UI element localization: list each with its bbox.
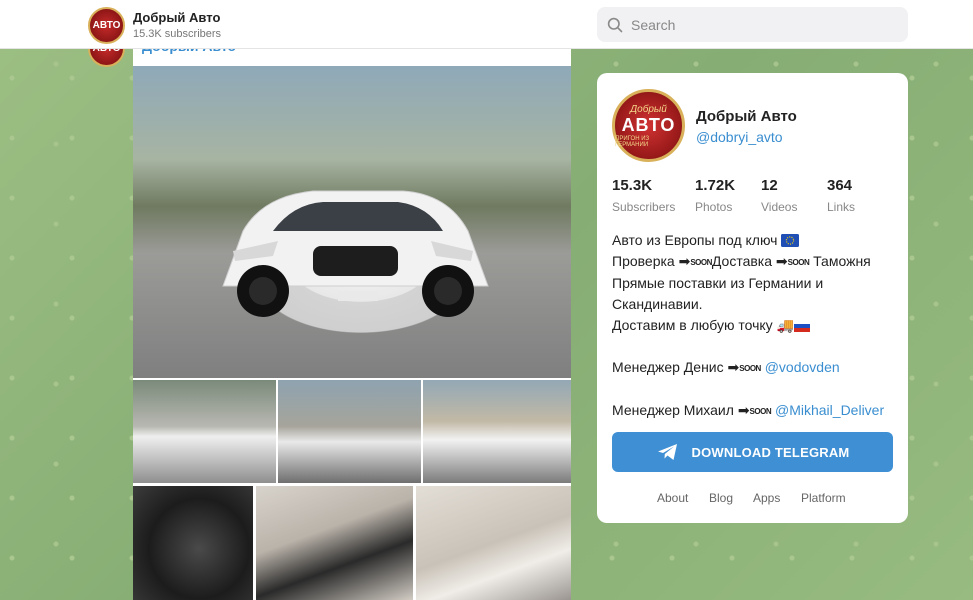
footer-link-blog[interactable]: Blog xyxy=(709,491,733,505)
channel-avatar[interactable]: АВТО xyxy=(88,7,125,44)
post-photo-thumb[interactable] xyxy=(423,380,571,483)
search-box[interactable] xyxy=(597,7,908,42)
footer-link-apps[interactable]: Apps xyxy=(753,491,780,505)
download-telegram-label: DOWNLOAD TELEGRAM xyxy=(691,444,850,460)
channel-subscribers: 15.3K subscribers xyxy=(133,28,222,40)
top-header: АВТО Добрый Авто 15.3K subscribers xyxy=(0,0,973,49)
desc-line: Доставим в любую точку xyxy=(612,317,773,333)
stat-label: Subscribers xyxy=(612,200,676,214)
stat-value: 364 xyxy=(827,177,853,194)
stat-label: Links xyxy=(827,200,856,214)
post-photo-thumb[interactable] xyxy=(256,486,413,600)
post-photo-thumb[interactable] xyxy=(133,380,276,483)
stat-photos[interactable]: 1.72K Photos xyxy=(695,177,735,214)
profile-stats: 15.3K Subscribers 1.72K Photos 12 Videos… xyxy=(612,177,902,217)
car-photo xyxy=(278,380,421,483)
profile-handle-link[interactable]: @dobryi_avto xyxy=(696,129,783,145)
stat-label: Photos xyxy=(695,200,733,214)
manager-mikhail-link[interactable]: @Mikhail_Deliver xyxy=(775,402,884,418)
stat-value: 15.3K xyxy=(612,177,653,194)
telegram-plane-icon xyxy=(657,444,677,460)
desc-line: Проверка xyxy=(612,253,675,269)
soon-arrow-icon: ➡SOON xyxy=(737,402,772,418)
post-photo-main[interactable] xyxy=(133,66,571,378)
desc-line: Скандинавии. xyxy=(612,296,703,312)
post-photo-thumb[interactable] xyxy=(278,380,421,483)
desc-line: Менеджер Денис xyxy=(612,359,724,375)
soon-arrow-icon: ➡SOON xyxy=(775,253,810,269)
interior-photo xyxy=(416,486,571,600)
post-photo-thumb[interactable] xyxy=(133,486,253,600)
desc-line: Прямые поставки из Германии и xyxy=(612,275,824,291)
post-photo-thumb[interactable] xyxy=(416,486,571,600)
eu-flag-icon xyxy=(781,234,800,247)
car-photo xyxy=(133,380,276,483)
car-silhouette-icon xyxy=(222,190,489,317)
channel-title[interactable]: Добрый Авто xyxy=(133,10,220,25)
post-card: Добрый Авто xyxy=(133,30,571,600)
avatar-logo-top: Добрый xyxy=(630,103,667,115)
channel-profile-card: Добрый АВТО ПРИГОН ИЗ ГЕРМАНИИ Добрый Ав… xyxy=(597,73,908,523)
avatar-logo-main: АВТО xyxy=(621,114,676,135)
manager-denis-link[interactable]: @vodovden xyxy=(765,359,840,375)
soon-arrow-icon: ➡SOON xyxy=(727,359,762,375)
stat-value: 12 xyxy=(761,177,778,194)
stat-links[interactable]: 364 Links xyxy=(827,177,855,214)
truck-icon: 🚚 xyxy=(776,317,794,333)
interior-photo xyxy=(133,486,253,600)
search-icon xyxy=(607,17,623,33)
desc-line: Авто из Европы под ключ xyxy=(612,232,778,248)
interior-photo xyxy=(256,486,413,600)
stat-label: Videos xyxy=(761,200,798,214)
download-telegram-button[interactable]: DOWNLOAD TELEGRAM xyxy=(612,432,893,472)
ru-flag-icon xyxy=(793,320,810,332)
channel-description: Авто из Европы под ключ Проверка ➡SOONДо… xyxy=(612,230,897,422)
stat-subscribers[interactable]: 15.3K Subscribers xyxy=(612,177,675,214)
search-input[interactable] xyxy=(631,16,881,33)
soon-arrow-icon: ➡SOON xyxy=(678,253,713,269)
footer-link-platform[interactable]: Platform xyxy=(801,491,846,505)
desc-line: Таможня xyxy=(813,253,871,269)
desc-line: Доставка xyxy=(711,253,773,269)
footer-link-about[interactable]: About xyxy=(657,491,688,505)
channel-profile-avatar[interactable]: Добрый АВТО ПРИГОН ИЗ ГЕРМАНИИ xyxy=(612,89,685,162)
desc-line: Менеджер Михаил xyxy=(612,402,734,418)
avatar-logo-sub: ПРИГОН ИЗ ГЕРМАНИИ xyxy=(615,135,650,148)
car-photo xyxy=(423,380,571,483)
channel-avatar-logo-text: АВТО xyxy=(92,20,121,31)
stat-value: 1.72K xyxy=(695,177,736,194)
profile-name: Добрый Авто xyxy=(696,108,797,125)
stat-videos[interactable]: 12 Videos xyxy=(761,177,797,214)
